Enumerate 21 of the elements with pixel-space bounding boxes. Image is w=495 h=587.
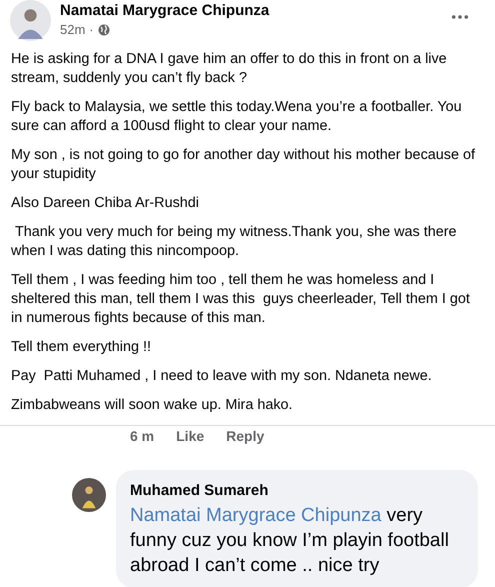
post-paragraph: Also Dareen Chiba Ar-Rushdi bbox=[11, 194, 200, 213]
post-paragraph: Fly back to Malaysia, we settle this today.Wena you’re a footballer. You sure can afford a 100usd flight to clear your name. bbox=[11, 98, 463, 136]
post-paragraph: He is asking for a DNA I gave him an offer to do this in front on a live stream, suddenly you can’t fly back ? bbox=[11, 50, 448, 88]
commenter-name[interactable]: Muhamed Sumareh bbox=[130, 482, 464, 499]
post-paragraph: Thank you very much for being my witness.Thank you, she was there when I was dating this nincompoop. bbox=[11, 223, 458, 261]
post-paragraph: Tell them everything !! bbox=[11, 338, 152, 357]
mention-link[interactable]: Namatai Marygrace Chipunza bbox=[130, 505, 382, 526]
reply-link[interactable]: Reply bbox=[226, 428, 264, 444]
like-link[interactable]: Like bbox=[176, 428, 204, 444]
separator-dot: · bbox=[89, 22, 94, 37]
comment-time: 6 m bbox=[130, 428, 154, 444]
post-time[interactable]: 52m bbox=[60, 22, 86, 37]
post-paragraph: Tell them , I was feeding him too , tell them he was homeless and I sheltered this man, tell them I was this guys cheerleader, Tell them I got in numerous fights because of this man. bbox=[11, 271, 471, 328]
more-icon[interactable] bbox=[451, 14, 469, 20]
post-paragraph: Zimbabweans will soon wake up. Mira hako. bbox=[11, 396, 294, 415]
avatar-icon[interactable] bbox=[10, 0, 51, 41]
post-paragraph: My son , is not going to go for another day without his mother because of your stupidity bbox=[11, 146, 476, 184]
avatar-icon[interactable] bbox=[72, 478, 106, 512]
post-paragraph: Pay Patti Muhamed , I need to leave with my son. Ndaneta newe. bbox=[11, 367, 433, 386]
author-name[interactable]: Namatai Marygrace Chipunza bbox=[60, 2, 442, 19]
comment-text: Namatai Marygrace Chipunza very funny cuz you know I’m playin football abroad I can’t come .. nice try bbox=[130, 504, 450, 578]
